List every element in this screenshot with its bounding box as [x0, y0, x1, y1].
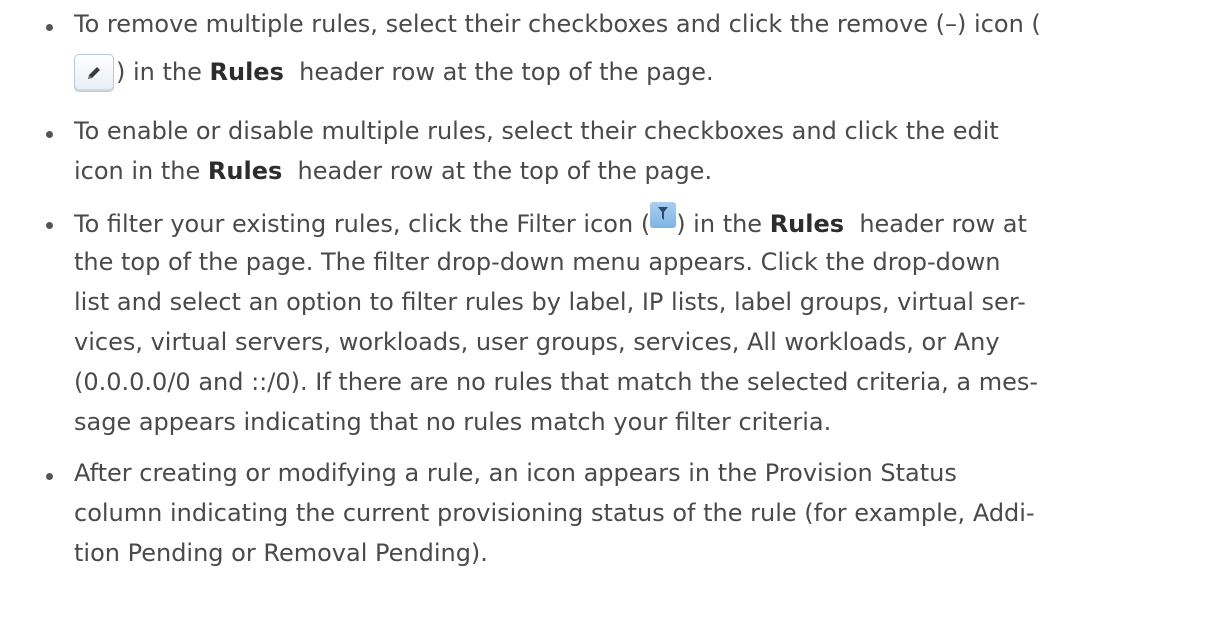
text-line: the top of the page. The filter drop-dow…	[74, 248, 1001, 276]
list-item-provision-status: After creating or modifying a rule, an i…	[0, 453, 1212, 573]
text-run: To filter your existing rules, click the…	[74, 210, 651, 238]
text-line: column indicating the current provisioni…	[74, 499, 1035, 527]
text-line: icon in the Rules header row at the top …	[74, 151, 1182, 191]
text-run: ) in the	[116, 58, 210, 86]
bullet-dot	[46, 473, 53, 480]
text-run: icon in the	[74, 157, 208, 185]
bullet-list: To remove multiple rules, select their c…	[0, 4, 1212, 573]
list-item-filter-rules: To filter your existing rules, click the…	[0, 202, 1212, 442]
rules-keyword: Rules	[769, 210, 845, 238]
filter-icon	[650, 202, 677, 228]
list-item-remove-rules: To remove multiple rules, select their c…	[0, 4, 1212, 100]
text-line: To enable or disable multiple rules, sel…	[74, 117, 999, 145]
text-line: list and select an option to filter rule…	[74, 288, 1026, 316]
rules-keyword: Rules	[209, 58, 284, 86]
bullet-dot	[46, 222, 53, 229]
text-line: After creating or modifying a rule, an i…	[74, 459, 957, 487]
text-line: tion Pending or Removal Pending).	[74, 539, 488, 567]
document-page: To remove multiple rules, select their c…	[0, 0, 1212, 618]
rules-keyword: Rules	[207, 157, 283, 185]
bullet-dot	[46, 24, 53, 31]
text-run: ) in the	[676, 210, 770, 238]
text-line: ) in the Rules header row at the top of …	[74, 44, 1182, 100]
text-run: header row at	[844, 210, 1027, 238]
list-item-enable-disable: To enable or disable multiple rules, sel…	[0, 111, 1212, 191]
text-line: vices, virtual servers, workloads, user …	[74, 328, 1000, 356]
text-line: To remove multiple rules, select their c…	[74, 10, 1041, 38]
text-run: header row at the top of the page.	[282, 157, 713, 185]
bullet-dot	[46, 131, 53, 138]
text-line: (0.0.0.0/0 and ::/0). If there are no ru…	[74, 368, 1039, 396]
text-run: header row at the top of the page.	[283, 58, 714, 86]
text-line: sage appears indicating that no rules ma…	[74, 408, 832, 436]
pencil-edit-icon	[74, 54, 114, 92]
text-line: To filter your existing rules, click the…	[74, 202, 1182, 242]
